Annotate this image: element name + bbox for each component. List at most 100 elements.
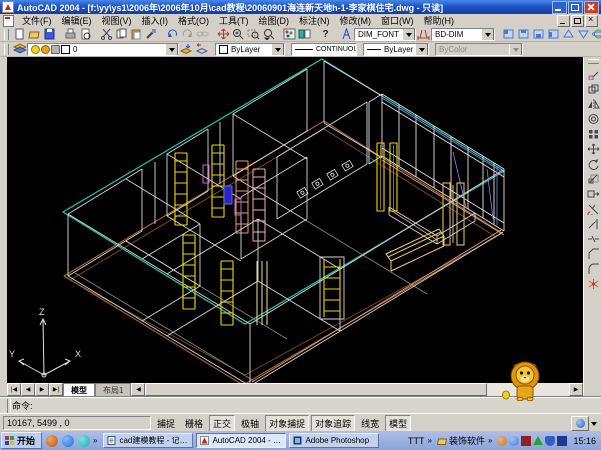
status-ortho-button[interactable]: 正交 [209, 415, 235, 432]
cut-icon[interactable] [99, 28, 114, 41]
tray-app-label[interactable]: 装饰软件 [449, 434, 485, 447]
menu-help[interactable]: 帮助(H) [419, 14, 460, 27]
status-model-button[interactable]: 模型 [385, 415, 411, 432]
move-icon[interactable] [586, 141, 601, 156]
chamfer-icon[interactable] [586, 246, 601, 261]
plot-preview-icon[interactable] [78, 28, 93, 41]
new-icon[interactable] [12, 28, 27, 41]
language-indicator[interactable]: TTT [408, 436, 425, 446]
rotate-icon[interactable] [586, 156, 601, 171]
toolbar-grip[interactable] [4, 29, 9, 40]
status-tray-arrow[interactable] [591, 422, 597, 429]
paste-icon[interactable] [129, 28, 144, 41]
tray-icon-2[interactable] [509, 436, 519, 446]
copy-object-icon[interactable] [586, 81, 601, 96]
drawing-document-icon[interactable] [3, 15, 14, 27]
layer-lock-icon[interactable] [51, 45, 60, 54]
menu-modify[interactable]: 修改(M) [335, 14, 377, 27]
named-views-icon[interactable] [501, 28, 516, 41]
hyperlink-icon[interactable] [195, 28, 210, 41]
zoom-window-icon[interactable] [246, 28, 261, 41]
menu-format[interactable]: 格式(O) [173, 14, 214, 27]
tray-icon-shield[interactable] [545, 436, 555, 446]
dim-style-combo[interactable]: BD-DIM [431, 28, 495, 41]
3d-orbit-icon[interactable] [591, 28, 601, 41]
toolbar-grip[interactable] [4, 44, 9, 55]
menu-insert[interactable]: 插入(I) [137, 14, 174, 27]
top-view-icon[interactable] [516, 28, 531, 41]
left-view-icon[interactable] [546, 28, 561, 41]
tab-layout1[interactable]: 布局1 [95, 383, 131, 396]
dropdown-arrow[interactable] [271, 43, 284, 56]
tray-icon-6[interactable] [557, 436, 567, 446]
tab-nav-last-button[interactable]: ▶| [49, 383, 63, 396]
status-otrack-button[interactable]: 对象追踪 [311, 415, 355, 432]
layer-previous-icon[interactable] [194, 43, 209, 56]
status-snap-button[interactable]: 捕捉 [153, 415, 179, 432]
dropdown-arrow[interactable] [481, 28, 494, 41]
properties-icon[interactable] [282, 28, 297, 41]
extend-icon[interactable] [586, 216, 601, 231]
menu-dimension[interactable]: 标注(N) [294, 14, 335, 27]
plot-icon[interactable] [63, 28, 78, 41]
explode-icon[interactable] [586, 276, 601, 291]
copy-icon[interactable] [114, 28, 129, 41]
menu-view[interactable]: 视图(V) [97, 14, 137, 27]
tab-nav-next-button[interactable]: ▶ [35, 383, 49, 396]
offset-icon[interactable] [586, 111, 601, 126]
fillet-icon[interactable] [586, 261, 601, 276]
make-layer-current-icon[interactable] [179, 43, 194, 56]
menu-file[interactable]: 文件(F) [17, 14, 57, 27]
design-center-icon[interactable] [297, 28, 312, 41]
taskbar-notepad-button[interactable]: cad建模教程 - 记事本 [103, 433, 193, 448]
pan-realtime-icon[interactable] [216, 28, 231, 41]
status-polar-button[interactable]: 极轴 [237, 415, 263, 432]
taskbar-photoshop-button[interactable]: Adobe Photoshop [289, 433, 379, 448]
status-osnap-button[interactable]: 对象捕捉 [265, 415, 309, 432]
redo-icon[interactable] [180, 28, 195, 41]
quick-launch-overflow-chevron[interactable]: » [93, 436, 97, 445]
linetype-combo[interactable]: CONTINUOUS [291, 43, 357, 56]
mdi-minimize-button[interactable] [557, 15, 570, 27]
language-overflow-chevron[interactable]: » [428, 436, 432, 445]
communication-center-button[interactable] [571, 416, 589, 431]
se-isometric-icon[interactable] [561, 28, 576, 41]
tray-icon-3[interactable] [521, 436, 531, 446]
mdi-close-button[interactable] [585, 15, 598, 27]
layer-freeze-sun-icon[interactable] [41, 45, 50, 54]
lion-mascot[interactable] [500, 359, 550, 401]
layer-combo[interactable]: 0 [27, 43, 179, 56]
zoom-realtime-icon[interactable] [231, 28, 246, 41]
tab-nav-first-button[interactable]: |◀ [7, 383, 21, 396]
menu-edit[interactable]: 编辑(E) [57, 14, 97, 27]
taskbar-autocad-button[interactable]: AutoCAD 2004 - [f:\... [196, 433, 286, 448]
tab-nav-prev-button[interactable]: ◀ [21, 383, 35, 396]
tray-overflow-chevron[interactable]: » [488, 436, 492, 445]
quick-launch-icon-1[interactable] [46, 435, 58, 447]
tray-icon-1[interactable] [497, 436, 507, 446]
tab-model[interactable]: 模型 [63, 383, 95, 396]
trim-icon[interactable] [586, 201, 601, 216]
stretch-icon[interactable] [586, 186, 601, 201]
save-icon[interactable] [42, 28, 57, 41]
layer-color-swatch[interactable] [61, 45, 70, 54]
break-icon[interactable] [586, 231, 601, 246]
scroll-right-button[interactable]: ▶ [569, 383, 583, 396]
scale-icon[interactable] [586, 171, 601, 186]
scrollbar-thumb[interactable] [145, 383, 487, 396]
text-style-combo[interactable]: DIM_FONT [354, 28, 416, 41]
quick-launch-icon-3[interactable] [78, 435, 90, 447]
restore-button[interactable] [568, 1, 583, 14]
mirror-icon[interactable] [586, 96, 601, 111]
dropdown-arrow[interactable] [402, 28, 415, 41]
lineweight-combo[interactable]: ByLayer [363, 43, 429, 56]
close-button[interactable] [584, 1, 599, 14]
match-properties-icon[interactable] [144, 28, 159, 41]
drawing-viewport[interactable]: Z Y X [7, 57, 583, 383]
status-grid-button[interactable]: 栅格 [181, 415, 207, 432]
front-view-icon[interactable] [531, 28, 546, 41]
start-button[interactable]: 开始 [1, 432, 42, 449]
quick-launch-icon-2[interactable] [62, 435, 74, 447]
layer-properties-icon[interactable] [12, 43, 27, 56]
undo-icon[interactable] [165, 28, 180, 41]
